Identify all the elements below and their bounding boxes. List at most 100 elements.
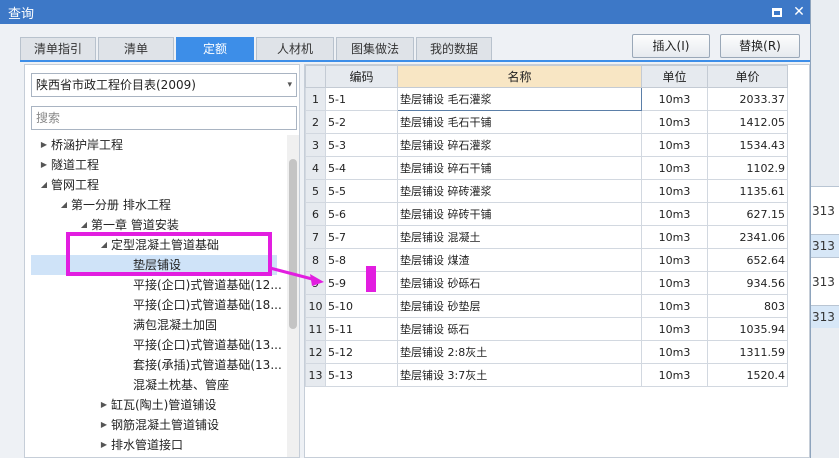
tree-item[interactable]: ▶ 钢筋混凝土管道铺设	[97, 415, 219, 435]
code-cell[interactable]: 5-8	[325, 248, 398, 272]
code-cell[interactable]: 5-3	[325, 133, 398, 157]
code-cell[interactable]: 5-11	[325, 317, 398, 341]
price-cell[interactable]: 1035.94	[707, 317, 788, 341]
table-row[interactable]: 95-9垫层铺设 砂砾石10m3934.56	[305, 271, 788, 295]
tab-quota[interactable]: 定额	[176, 37, 254, 61]
unit-cell[interactable]: 10m3	[641, 156, 708, 180]
tab-list-guide[interactable]: 清单指引	[20, 37, 96, 61]
name-cell[interactable]: 垫层铺设 碎砖干铺	[397, 202, 642, 226]
unit-cell[interactable]: 10m3	[641, 202, 708, 226]
unit-cell[interactable]: 10m3	[641, 110, 708, 134]
table-row[interactable]: 13 5-13 垫层铺设 3:7灰土 10m3 1520.4	[305, 363, 788, 387]
table-row[interactable]: 4 5-4 垫层铺设 碎石干铺 10m3 1102.9	[305, 156, 788, 180]
unit-cell[interactable]: 10m3	[641, 340, 708, 364]
tab-my-data[interactable]: 我的数据	[416, 37, 492, 61]
table-row[interactable]: 10 5-10 垫层铺设 砂垫层 10m3 803	[305, 294, 788, 318]
table-row[interactable]: 3 5-3 垫层铺设 碎石灌浆 10m3 1534.43	[305, 133, 788, 157]
unit-cell[interactable]: 10m3	[641, 271, 708, 295]
name-cell[interactable]: 垫层铺设 煤渣	[397, 248, 642, 272]
tab-list[interactable]: 清单	[98, 37, 174, 61]
tree-scrollbar[interactable]	[287, 135, 299, 457]
insert-button[interactable]: 插入(I)	[632, 34, 710, 58]
unit-cell[interactable]: 10m3	[641, 225, 708, 249]
table-row[interactable]: 1 5-1 垫层铺设 毛石灌浆 10m3 2033.37	[305, 87, 788, 111]
price-cell[interactable]: 934.56	[707, 271, 788, 295]
scrollbar-thumb[interactable]	[289, 159, 297, 329]
catalog-select[interactable]: 陕西省市政工程价目表(2009) ▾	[31, 73, 297, 97]
tab-labor-material-machine[interactable]: 人材机	[256, 37, 334, 61]
name-cell[interactable]: 垫层铺设 碎砖灌浆	[397, 179, 642, 203]
expand-arrow-icon[interactable]: ▶	[37, 155, 51, 175]
name-cell[interactable]: 垫层铺设 毛石灌浆	[397, 87, 642, 111]
code-cell[interactable]: 5-12	[325, 340, 398, 364]
code-cell[interactable]: 5-5	[325, 179, 398, 203]
close-button[interactable]: ✕	[788, 1, 810, 23]
unit-cell[interactable]: 10m3	[641, 87, 708, 111]
table-row[interactable]: 2 5-2 垫层铺设 毛石干铺 10m3 1412.05	[305, 110, 788, 134]
code-cell[interactable]: 5-6	[325, 202, 398, 226]
name-cell[interactable]: 垫层铺设 毛石干铺	[397, 110, 642, 134]
price-cell[interactable]: 627.15	[707, 202, 788, 226]
tree-item[interactable]: 混凝土枕基、管座	[133, 375, 229, 395]
replace-button[interactable]: 替换(R)	[720, 34, 800, 58]
tree-item[interactable]: ▶ 隧道工程	[37, 155, 99, 175]
collapse-arrow-icon[interactable]: ◢	[57, 195, 71, 215]
table-row[interactable]: 12 5-12 垫层铺设 2:8灰土 10m3 1311.59	[305, 340, 788, 364]
code-cell[interactable]: 5-7	[325, 225, 398, 249]
price-cell[interactable]: 1311.59	[707, 340, 788, 364]
price-cell[interactable]: 1412.05	[707, 110, 788, 134]
name-cell[interactable]: 垫层铺设 混凝土	[397, 225, 642, 249]
name-header[interactable]: 名称	[397, 65, 642, 88]
name-cell[interactable]: 垫层铺设 砾石	[397, 317, 642, 341]
code-cell[interactable]: 5-9	[325, 271, 398, 295]
unit-cell[interactable]: 10m3	[641, 248, 708, 272]
price-cell[interactable]: 2033.37	[707, 87, 788, 111]
table-row[interactable]: 8 5-8 垫层铺设 煤渣 10m3 652.64	[305, 248, 788, 272]
price-cell[interactable]: 652.64	[707, 248, 788, 272]
tree-item[interactable]: 平接(企口)式管道基础(13...	[133, 335, 282, 355]
code-cell[interactable]: 5-1	[325, 87, 398, 111]
unit-header[interactable]: 单位	[641, 65, 708, 88]
tree-item[interactable]: ▶ 桥涵护岸工程	[37, 135, 123, 155]
tree-item[interactable]: ▶ 排水管道接口	[97, 435, 183, 455]
code-cell[interactable]: 5-4	[325, 156, 398, 180]
price-cell[interactable]: 1135.61	[707, 179, 788, 203]
code-cell[interactable]: 5-2	[325, 110, 398, 134]
tree-item[interactable]: ◢ 第一分册 排水工程	[57, 195, 171, 215]
price-cell[interactable]: 2341.06	[707, 225, 788, 249]
tree-item[interactable]: ▶ 缸瓦(陶土)管道铺设	[97, 395, 216, 415]
name-cell[interactable]: 垫层铺设 碎石灌浆	[397, 133, 642, 157]
tree-item[interactable]: 平接(企口)式管道基础(12...	[133, 275, 282, 295]
name-cell[interactable]: 垫层铺设 砂砾石	[397, 271, 642, 295]
code-cell[interactable]: 5-10	[325, 294, 398, 318]
price-cell[interactable]: 1102.9	[707, 156, 788, 180]
tree-item[interactable]: ◢ 管网工程	[37, 175, 99, 195]
expand-arrow-icon[interactable]: ▶	[37, 135, 51, 155]
maximize-button[interactable]	[766, 1, 788, 23]
expand-arrow-icon[interactable]: ▶	[97, 395, 111, 415]
table-row[interactable]: 7 5-7 垫层铺设 混凝土 10m3 2341.06	[305, 225, 788, 249]
price-cell[interactable]: 1534.43	[707, 133, 788, 157]
unit-cell[interactable]: 10m3	[641, 363, 708, 387]
tree-item[interactable]: 满包混凝土加固	[133, 315, 217, 335]
name-cell[interactable]: 垫层铺设 2:8灰土	[397, 340, 642, 364]
tree-item[interactable]: 平接(企口)式管道基础(18...	[133, 295, 282, 315]
table-row[interactable]: 11 5-11 垫层铺设 砾石 10m3 1035.94	[305, 317, 788, 341]
code-cell[interactable]: 5-13	[325, 363, 398, 387]
table-row[interactable]: 6 5-6 垫层铺设 碎砖干铺 10m3 627.15	[305, 202, 788, 226]
table-row[interactable]: 5 5-5 垫层铺设 碎砖灌浆 10m3 1135.61	[305, 179, 788, 203]
tree-item[interactable]: 套接(承插)式管道基础(13...	[133, 355, 282, 375]
expand-arrow-icon[interactable]: ▶	[97, 415, 111, 435]
tab-atlas-method[interactable]: 图集做法	[336, 37, 414, 61]
price-cell[interactable]: 803	[707, 294, 788, 318]
search-input[interactable]	[31, 106, 297, 130]
unit-cell[interactable]: 10m3	[641, 317, 708, 341]
collapse-arrow-icon[interactable]: ◢	[37, 175, 51, 195]
unit-cell[interactable]: 10m3	[641, 179, 708, 203]
price-cell[interactable]: 1520.4	[707, 363, 788, 387]
name-cell[interactable]: 垫层铺设 碎石干铺	[397, 156, 642, 180]
name-cell[interactable]: 垫层铺设 砂垫层	[397, 294, 642, 318]
code-header[interactable]: 编码	[325, 65, 398, 88]
name-cell[interactable]: 垫层铺设 3:7灰土	[397, 363, 642, 387]
price-header[interactable]: 单价	[707, 65, 788, 88]
